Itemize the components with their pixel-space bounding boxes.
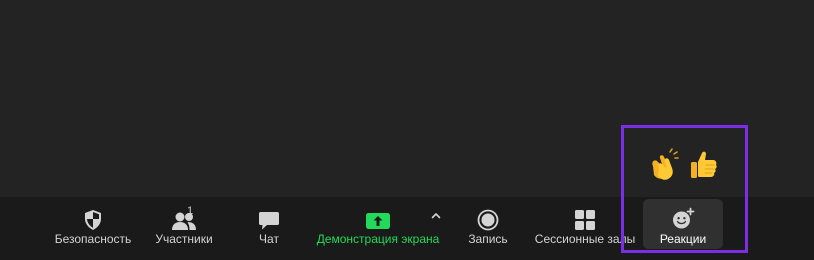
share-screen-button[interactable]: Демонстрация экрана: [316, 197, 440, 260]
tb-icon-wrap: [365, 197, 391, 231]
security-button[interactable]: Безопасность: [54, 197, 132, 260]
chat-bubble-icon: [259, 212, 279, 230]
clapping-hands-emoji[interactable]: [645, 148, 679, 182]
breakout-rooms-label: Сессионные залы: [535, 232, 635, 246]
thumbs-up-emoji[interactable]: [686, 148, 720, 182]
tb-icon-wrap: [258, 197, 280, 231]
chevron-up-icon[interactable]: [429, 209, 443, 223]
security-label: Безопасность: [54, 232, 132, 246]
reactions-label: Реакции: [659, 232, 707, 246]
tb-icon-wrap: [671, 197, 695, 231]
record-button[interactable]: Запись: [465, 197, 511, 260]
chat-label: Чат: [259, 232, 279, 246]
zoom-meeting-window: Безопасность 1 Участники Чат Демонстраци…: [0, 0, 814, 260]
chat-button[interactable]: Чат: [248, 197, 290, 260]
share-screen-arrow-icon: [366, 213, 390, 229]
tb-icon-wrap: [574, 197, 596, 231]
share-screen-label: Демонстрация экрана: [316, 232, 440, 246]
smiley-plus-icon: [673, 207, 695, 229]
record-label: Запись: [468, 232, 508, 246]
participants-button[interactable]: 1 Участники: [154, 197, 214, 260]
tb-icon-wrap: [83, 197, 103, 231]
participants-count: 1: [187, 205, 194, 217]
tb-icon-wrap: [477, 197, 499, 231]
participants-label: Участники: [155, 232, 213, 246]
record-icon: [477, 209, 499, 231]
shield-icon: [85, 210, 101, 230]
breakout-rooms-grid-icon: [575, 210, 595, 230]
reactions-button[interactable]: Реакции: [643, 197, 723, 260]
breakout-rooms-button[interactable]: Сессионные залы: [535, 197, 635, 260]
